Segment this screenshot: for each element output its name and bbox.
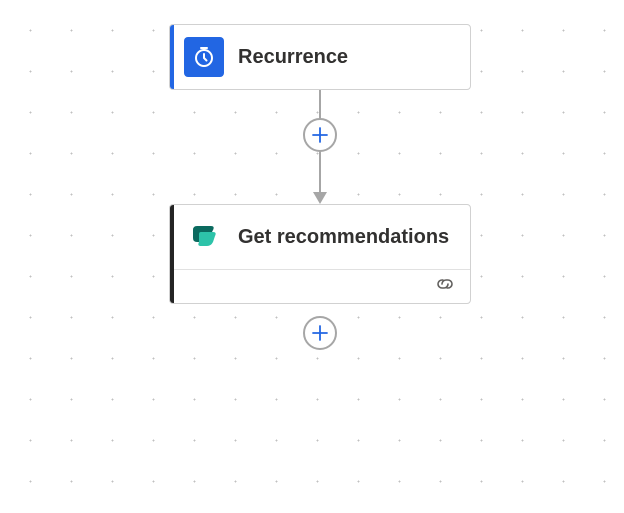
arrow-down-icon bbox=[313, 192, 327, 204]
flow-container: Recurrence Get recommendations bbox=[120, 24, 520, 364]
card-title: Get recommendations bbox=[238, 224, 449, 250]
add-step-button[interactable] bbox=[303, 118, 337, 152]
add-step-button[interactable] bbox=[303, 316, 337, 350]
clock-icon bbox=[184, 37, 224, 77]
process-advisor-icon bbox=[184, 217, 224, 257]
link-icon[interactable] bbox=[434, 276, 456, 297]
trigger-card-recurrence[interactable]: Recurrence bbox=[169, 24, 471, 90]
plus-icon bbox=[311, 324, 329, 342]
plus-icon bbox=[311, 126, 329, 144]
trailing-add bbox=[120, 304, 520, 364]
action-card-get-recommendations[interactable]: Get recommendations bbox=[169, 204, 471, 304]
card-footer bbox=[170, 269, 470, 303]
card-title: Recurrence bbox=[238, 44, 348, 70]
card-accent bbox=[170, 25, 174, 89]
card-accent bbox=[170, 205, 174, 303]
connector bbox=[120, 90, 520, 204]
